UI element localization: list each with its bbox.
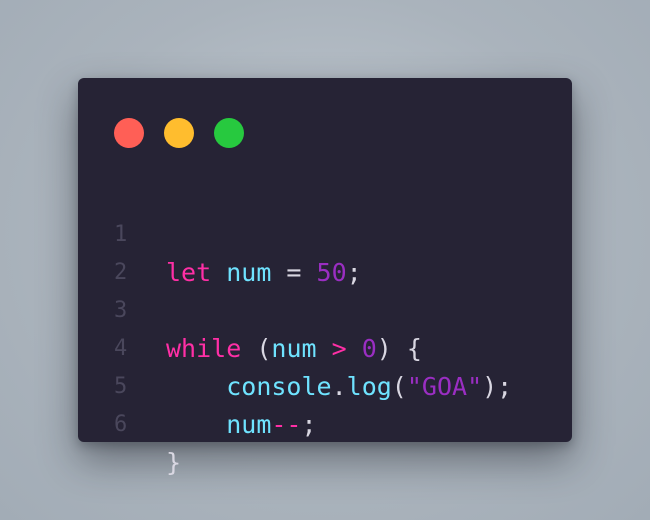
code-text: } bbox=[166, 444, 181, 482]
code-block: 1 let num = 50; 2 3 while (num > 0) { 4 … bbox=[78, 178, 572, 477]
code-line: 4 console.log("GOA"); bbox=[78, 292, 572, 401]
operator-token: -- bbox=[271, 410, 302, 439]
variable-token: num bbox=[226, 410, 272, 439]
code-window: 1 let num = 50; 2 3 while (num > 0) { 4 … bbox=[78, 78, 572, 477]
code-line: 1 let num = 50; bbox=[78, 178, 572, 287]
code-line: 2 bbox=[78, 216, 572, 285]
code-text: num--; bbox=[166, 406, 317, 444]
close-window-dot[interactable] bbox=[114, 118, 144, 148]
brace-token: } bbox=[166, 448, 182, 477]
code-line: 3 while (num > 0) { bbox=[78, 254, 572, 363]
line-number: 6 bbox=[114, 412, 128, 437]
code-line: 5 num--; bbox=[78, 330, 572, 439]
punctuation-token: ; bbox=[301, 410, 317, 439]
maximize-window-dot[interactable] bbox=[214, 118, 244, 148]
code-line: 6 } bbox=[78, 368, 572, 477]
minimize-window-dot[interactable] bbox=[164, 118, 194, 148]
